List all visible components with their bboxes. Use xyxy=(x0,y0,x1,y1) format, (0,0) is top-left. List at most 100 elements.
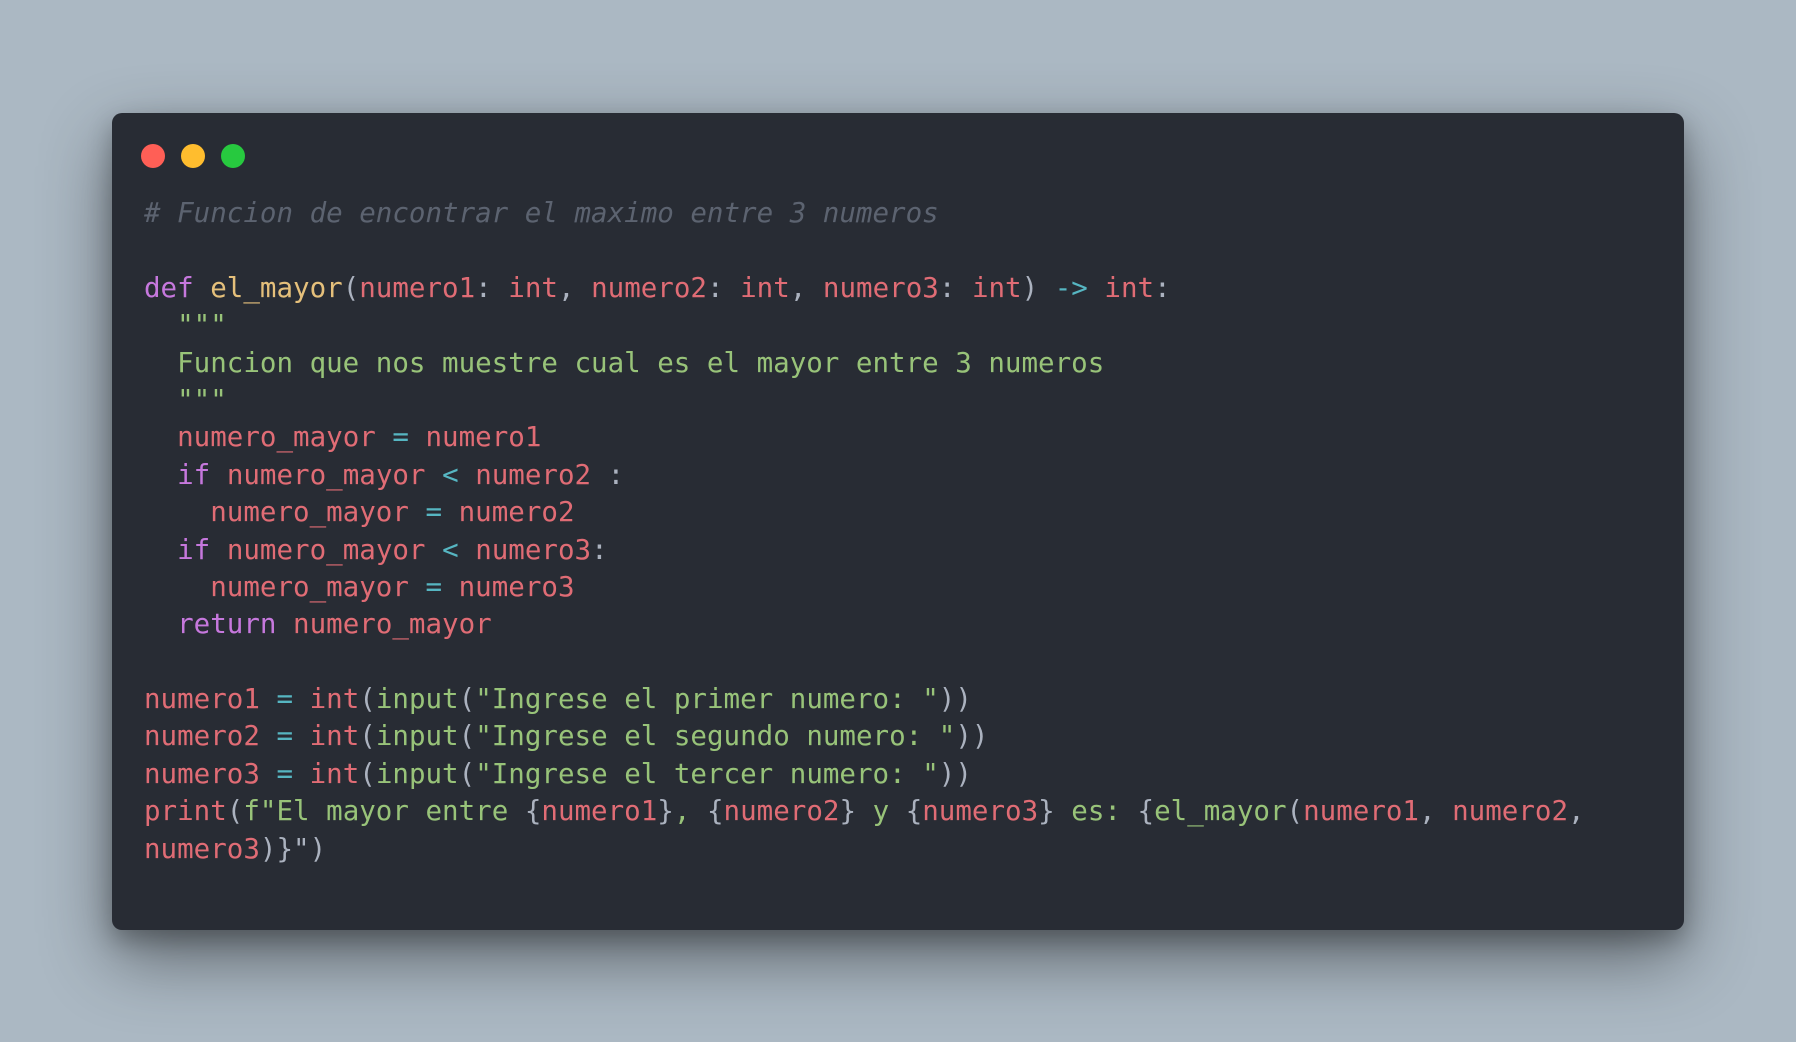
window-controls xyxy=(141,144,245,168)
code-token-operator: = xyxy=(425,570,443,603)
code-line: numero1 = int(input("Ingrese el primer n… xyxy=(144,681,1585,718)
code-token-string: input xyxy=(375,757,459,790)
code-token-variable: print xyxy=(144,795,227,828)
code-token-plain: : xyxy=(1154,271,1171,304)
code-token-plain: ( xyxy=(359,757,376,790)
code-token-function: el_mayor xyxy=(210,271,343,304)
code-token-comment: # Funcion de encontrar el maximo entre 3… xyxy=(144,197,939,229)
code-token-variable: numero2 xyxy=(1452,795,1569,828)
code-token-plain: )}" xyxy=(259,832,310,865)
code-token-variable: numero2 xyxy=(723,795,840,828)
code-token-variable: int xyxy=(309,757,360,790)
code-token-string: f"El mayor entre xyxy=(243,795,525,828)
code-token-variable: int xyxy=(309,720,360,753)
code-line: numero_mayor = numero3 xyxy=(144,569,1585,606)
code-token-variable: numero2 xyxy=(458,496,575,529)
code-token-variable: numero3 xyxy=(822,271,939,304)
code-token-plain: ( xyxy=(458,757,476,790)
code-token-variable: int xyxy=(309,683,360,716)
page-background: { "window": { "controls": [ {"name": "cl… xyxy=(0,0,1796,1042)
code-window: # Funcion de encontrar el maximo entre 3… xyxy=(112,113,1684,930)
code-line: """ xyxy=(144,307,1585,344)
code-token-variable: numero_mayor xyxy=(226,533,426,566)
code-token-keyword: if xyxy=(177,458,211,491)
code-token-variable: numero_mayor xyxy=(177,421,376,454)
code-line: numero3 = int(input("Ingrese el tercer n… xyxy=(144,756,1585,793)
code-token-plain: : xyxy=(591,533,608,566)
code-token-variable: numero2 xyxy=(591,271,707,304)
code-token-operator: < xyxy=(442,533,459,566)
code-block: # Funcion de encontrar el maximo entre 3… xyxy=(144,195,1585,868)
code-token-string: """ xyxy=(144,309,227,342)
code-token-string: """ xyxy=(144,383,227,416)
code-line: numero2 = int(input("Ingrese el segundo … xyxy=(144,718,1585,755)
code-token-operator: = xyxy=(276,720,294,753)
code-token-operator: = xyxy=(425,496,443,529)
code-token-plain: , xyxy=(1568,795,1585,828)
code-token-operator: = xyxy=(276,683,294,716)
code-token-variable: numero1 xyxy=(144,683,260,716)
code-line: if numero_mayor < numero2 : xyxy=(144,457,1585,494)
code-token-variable: numero3 xyxy=(144,757,260,790)
code-line: numero_mayor = numero2 xyxy=(144,494,1585,531)
code-token-string: el_mayor xyxy=(1154,795,1287,828)
code-token-plain: { xyxy=(1137,795,1155,828)
code-token-plain: )) xyxy=(955,720,989,753)
minimize-button[interactable] xyxy=(181,144,205,168)
code-token-plain: { xyxy=(905,795,923,828)
code-token-variable: numero1 xyxy=(541,795,658,828)
code-token-string: "Ingrese el segundo numero: " xyxy=(475,720,956,753)
code-line: numero_mayor = numero1 xyxy=(144,419,1585,456)
code-token-plain: ( xyxy=(226,795,244,828)
code-token-plain: : xyxy=(475,271,509,304)
code-token-plain: { xyxy=(706,795,724,828)
code-token-plain: } xyxy=(657,795,674,828)
code-line: Funcion que nos muestre cual es el mayor… xyxy=(144,345,1585,382)
code-token-variable: numero1 xyxy=(1303,795,1419,828)
maximize-button[interactable] xyxy=(221,144,245,168)
code-token-plain: ( xyxy=(359,683,376,716)
code-token-plain: } xyxy=(839,795,857,828)
code-line: def el_mayor(numero1: int, numero2: int,… xyxy=(144,270,1585,307)
code-line: # Funcion de encontrar el maximo entre 3… xyxy=(144,195,1585,232)
code-line: if numero_mayor < numero3: xyxy=(144,532,1585,569)
code-token-operator: -> xyxy=(1054,271,1088,304)
code-token-operator: < xyxy=(442,458,459,491)
code-token-string: Funcion que nos muestre cual es el mayor… xyxy=(144,346,1105,379)
code-token-variable: numero3 xyxy=(458,570,575,603)
code-token-plain: , xyxy=(789,271,823,304)
code-token-plain: ( xyxy=(458,683,476,716)
code-token-variable: int xyxy=(740,271,790,304)
code-token-keyword: if xyxy=(177,533,211,566)
code-token-plain: : xyxy=(591,458,625,491)
code-token-variable: numero2 xyxy=(144,720,260,753)
close-button[interactable] xyxy=(141,144,165,168)
code-token-operator: = xyxy=(276,757,294,790)
code-line: numero3)}") xyxy=(144,831,1585,868)
code-token-plain: , xyxy=(1419,795,1453,828)
code-token-variable: numero_mayor xyxy=(210,570,409,603)
code-token-string: input xyxy=(375,720,459,753)
code-token-string: "Ingrese el primer numero: " xyxy=(475,683,939,716)
code-token-string: "Ingrese el tercer numero: " xyxy=(475,757,939,790)
code-token-plain: )) xyxy=(938,683,972,716)
